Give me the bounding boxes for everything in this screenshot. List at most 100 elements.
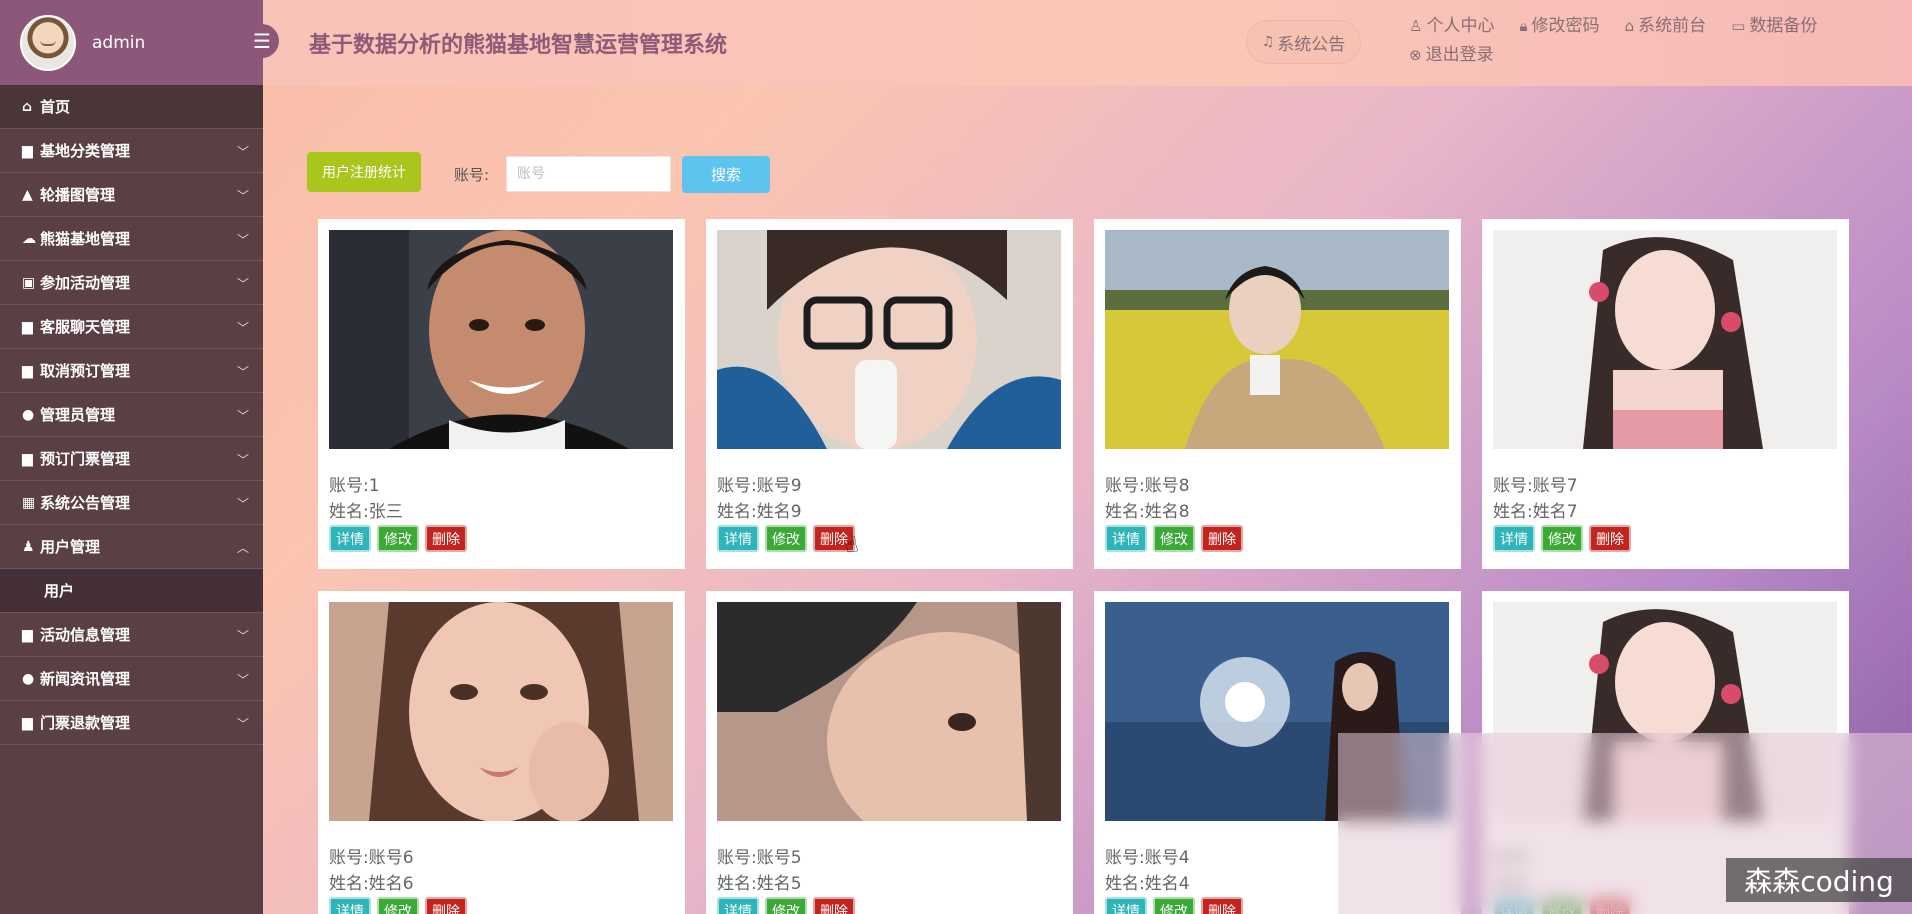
link-label: 数据备份 [1749,16,1818,36]
delete-button[interactable]: 删除 [425,897,467,914]
sidebar-item-label: 参加活动管理 [40,274,131,292]
name-line: 姓名:姓名6 [329,869,414,894]
account-label: 账号: [1493,476,1533,496]
user-icon: ● [22,406,35,423]
user-photo [329,230,673,449]
account-search-input[interactable] [506,156,671,192]
name-value: 姓名6 [368,874,414,894]
edit-button[interactable]: 修改 [1541,525,1583,552]
account-value: 账号9 [756,476,802,496]
admin-name: admin [92,32,146,53]
name-value: 姓名8 [1144,502,1190,522]
sidebar: admin ⌂ 首页 ▆ 基地分类管理 ﹀ ▲ 轮播图管理 ﹀ ☁ 熊猫基地管理… [0,0,263,914]
sidebar-header: admin [0,0,263,85]
detail-button[interactable]: 详情 [1493,525,1535,552]
detail-button[interactable]: 详情 [329,897,371,914]
chevron-down-icon: ﹀ [236,673,249,687]
sidebar-item-refund[interactable]: ▆ 门票退款管理 ﹀ [0,701,263,745]
folder-icon: ▆ [22,142,33,159]
card-actions: 详情 修改 删除 [329,897,473,914]
sidebar-item-news[interactable]: ● 新闻资讯管理 ﹀ [0,657,263,701]
account-value: 账号5 [756,848,802,868]
user-photo [1493,230,1837,449]
system-notice-button[interactable]: ♫ 系统公告 [1246,20,1361,64]
lock-icon: 🔒︎ [1519,17,1528,35]
name-value: 姓名9 [756,502,802,522]
edit-button[interactable]: 修改 [377,897,419,914]
chevron-down-icon: ﹀ [236,409,249,423]
detail-button[interactable]: 详情 [329,525,371,552]
card-actions: 详情 修改 删除 [1105,525,1249,552]
briefcase-icon: ▣ [22,274,36,291]
sidebar-item-label: 用户管理 [40,538,101,556]
sidebar-item-home[interactable]: ⌂ 首页 [0,85,263,129]
personal-center-link[interactable]: ♙ 个人中心 [1409,12,1494,41]
delete-button[interactable]: 删除 [1589,525,1631,552]
card-actions: 详情 修改 删除 [1493,525,1637,552]
front-page-link[interactable]: ⌂ 系统前台 [1625,12,1707,41]
link-label: 修改密码 [1531,16,1600,36]
edit-button[interactable]: 修改 [377,525,419,552]
search-button[interactable]: 搜索 [682,156,770,193]
account-line: 账号:账号9 [717,471,802,496]
delete-button[interactable]: 删除 [425,525,467,552]
sidebar-item-panda-base[interactable]: ☁ 熊猫基地管理 ﹀ [0,217,263,261]
name-label: 姓名: [717,874,757,894]
chevron-down-icon: ﹀ [236,189,249,203]
sidebar-item-base-category[interactable]: ▆ 基地分类管理 ﹀ [0,129,263,173]
detail-button[interactable]: 详情 [717,897,759,914]
detail-button[interactable]: 详情 [1105,525,1147,552]
edit-button[interactable]: 修改 [765,897,807,914]
link-label: 系统前台 [1638,16,1707,36]
sidebar-toggle-icon[interactable]: ☰ [245,24,279,58]
account-line: 账号:账号7 [1493,471,1578,496]
user-card: 账号:1 姓名:张三 详情 修改 删除 [318,219,685,569]
square-icon: ▆ [22,362,33,379]
name-value: 姓名4 [1144,874,1190,894]
name-value: 姓名5 [756,874,802,894]
system-notice-label: 系统公告 [1277,34,1346,55]
chevron-down-icon: ﹀ [236,145,249,159]
detail-button[interactable]: 详情 [717,525,759,552]
avatar[interactable] [20,14,76,71]
sidebar-item-users[interactable]: ♟ 用户管理 ︿ [0,525,263,569]
account-value: 账号4 [1144,848,1190,868]
sidebar-item-chat[interactable]: ▆ 客服聊天管理 ﹀ [0,305,263,349]
edit-button[interactable]: 修改 [1153,897,1195,914]
account-label: 账号: [329,848,369,868]
data-backup-link[interactable]: ▭ 数据备份 [1731,12,1817,41]
name-value: 张三 [368,502,403,522]
name-line: 姓名:姓名4 [1105,869,1190,894]
change-password-link[interactable]: 🔒︎ 修改密码 [1520,12,1600,41]
sidebar-item-carousel[interactable]: ▲ 轮播图管理 ﹀ [0,173,263,217]
sidebar-subitem-user[interactable]: 用户 [0,569,263,613]
sidebar-item-join-activity[interactable]: ▣ 参加活动管理 ﹀ [0,261,263,305]
card-actions: 详情 修改 删除 [717,525,861,552]
chevron-down-icon: ﹀ [236,365,249,379]
chevron-down-icon: ﹀ [236,321,249,335]
sidebar-item-label: 新闻资讯管理 [40,670,131,688]
sidebar-item-cancel-booking[interactable]: ▆ 取消预订管理 ﹀ [0,349,263,393]
user-card: 账号:账号9 姓名:姓名9 详情 修改 删除 [706,219,1073,569]
user-registration-stats-button[interactable]: 用户注册统计 [307,152,421,192]
sidebar-item-admins[interactable]: ● 管理员管理 ﹀ [0,393,263,437]
name-label: 姓名: [329,874,369,894]
sidebar-item-notice[interactable]: ▦ 系统公告管理 ﹀ [0,481,263,525]
account-line: 账号:账号8 [1105,471,1190,496]
sidebar-item-activity-info[interactable]: ▆ 活动信息管理 ﹀ [0,613,263,657]
edit-button[interactable]: 修改 [765,525,807,552]
sidebar-item-label: 取消预订管理 [40,362,131,380]
detail-button[interactable]: 详情 [1105,897,1147,914]
sidebar-item-ticket-booking[interactable]: ▆ 预订门票管理 ﹀ [0,437,263,481]
chevron-down-icon: ﹀ [236,233,249,247]
logout-link[interactable]: ⊗ 退出登录 [1409,41,1494,70]
name-label: 姓名: [1105,502,1145,522]
close-circle-icon: ⊗ [1409,46,1422,64]
edit-button[interactable]: 修改 [1153,525,1195,552]
square-icon: ▆ [22,626,33,643]
delete-button[interactable]: 删除 [813,897,855,914]
delete-button[interactable]: 删除 [1201,897,1243,914]
account-line: 账号:账号6 [329,843,414,868]
name-line: 姓名:姓名9 [717,497,802,522]
delete-button[interactable]: 删除 [1201,525,1243,552]
